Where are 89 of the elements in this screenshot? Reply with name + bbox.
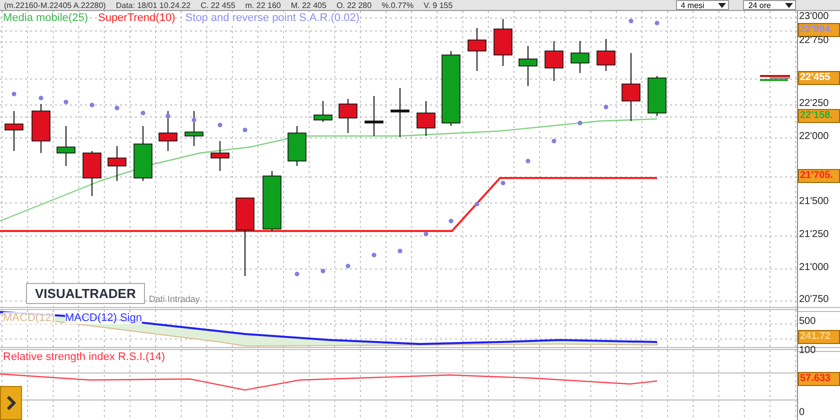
logo: VISUALTRADER	[26, 283, 145, 304]
sar-dot	[448, 218, 454, 224]
chevron-right-icon	[6, 396, 16, 410]
axis-tick-label: 23'000	[799, 11, 829, 23]
data-source-label: Dati Intraday	[148, 294, 200, 304]
candlestick	[416, 100, 436, 136]
sar-dot	[12, 92, 16, 96]
sar-dot	[474, 202, 480, 206]
indicator-label: MACD(12)	[3, 312, 55, 324]
price-badge: 22'455	[798, 71, 840, 85]
price-badge: 21'705.	[798, 169, 840, 183]
candlestick	[288, 126, 306, 166]
quote-text: M. 22 405	[290, 0, 326, 10]
quote-text: m. 22 160	[245, 0, 281, 10]
indicator-label: Stop and reverse point S.A.R.(0.02)	[185, 12, 360, 24]
candlestick	[364, 96, 384, 136]
candlestick	[210, 140, 230, 172]
axis-tick-label: 22'250	[799, 98, 829, 110]
indicator-label: Relative strength index R.S.I.(14)	[3, 351, 166, 363]
candlestick	[32, 104, 50, 154]
price-badge: 241.72	[798, 330, 840, 344]
quote-text: (m.22160-M.22405 A.22280)	[4, 0, 106, 10]
sar-dot	[372, 252, 376, 258]
sar-dot	[64, 100, 68, 104]
expand-button[interactable]	[0, 386, 22, 420]
quote-text: %.0.77%	[382, 0, 414, 10]
sar-dot	[166, 114, 170, 118]
candlestick	[648, 76, 666, 116]
axis-tick-label: 0	[799, 407, 805, 419]
axis-tick-label: 21'500	[799, 196, 829, 208]
axis-tick-label: 22'750	[799, 35, 829, 47]
candlestick	[56, 126, 76, 166]
candlestick	[570, 40, 590, 74]
price-badge: 22'158.	[798, 109, 840, 123]
indicator-label: SuperTrend(10)	[98, 12, 176, 24]
sar-dot	[398, 248, 402, 254]
sar-dot	[526, 158, 530, 164]
sar-dot	[578, 120, 582, 126]
candlestick	[468, 28, 486, 72]
sar-dot	[604, 104, 608, 110]
candlestick	[4, 110, 24, 152]
axis-tick-label: 500	[799, 316, 816, 328]
sar-dot	[500, 180, 506, 186]
sar-dot	[424, 232, 428, 236]
candlestick	[158, 110, 178, 152]
candlestick	[338, 98, 358, 134]
quote-text: O. 22 280	[336, 0, 372, 10]
period-dropdown[interactable]: 24 ore	[743, 0, 796, 10]
axis-tick-label: 20'750	[799, 294, 829, 306]
sar-dot	[38, 96, 44, 100]
candlestick	[596, 38, 616, 72]
candlestick	[184, 110, 204, 146]
candlestick	[622, 52, 640, 122]
candlestick	[390, 88, 410, 138]
sar-dot	[346, 264, 350, 268]
period-dropdown[interactable]: 4 mesi	[676, 0, 730, 10]
sar-dot	[320, 268, 326, 274]
candlestick	[544, 40, 564, 82]
candlestick	[134, 126, 152, 182]
caret-icon	[718, 2, 726, 8]
axis-tick-label: 21'250	[799, 229, 829, 241]
sar-dot	[628, 18, 634, 24]
quote-text: C. 22 455	[200, 0, 236, 10]
sar-dot	[140, 110, 146, 116]
price-badge: 57.633	[798, 372, 840, 386]
caret-icon	[785, 2, 793, 8]
sar-dot	[218, 122, 222, 128]
quote-text: V. 9 155	[424, 0, 453, 10]
sar-dot	[242, 128, 248, 132]
candlestick	[82, 150, 102, 196]
sar-dot	[192, 118, 196, 122]
axis-tick-label: 100	[799, 345, 816, 357]
indicator-label: MACD(12) Sign	[64, 312, 142, 324]
sar-dot	[552, 138, 556, 144]
candlestick	[108, 146, 126, 182]
sar-dot	[114, 106, 120, 110]
candlestick	[494, 18, 512, 66]
indicator-label: Media mobile(25)	[3, 12, 88, 24]
candlestick	[262, 170, 282, 232]
quote-text: Data: 18/01 10.24.22	[116, 0, 191, 10]
price-marker-drawing	[760, 75, 790, 81]
candlestick	[518, 46, 538, 86]
axis-tick-label: 21'000	[799, 262, 829, 274]
sar-dot	[90, 102, 94, 108]
sar-dot	[294, 272, 300, 276]
axis-tick-label: 22'000	[799, 131, 829, 143]
sar-dot	[654, 20, 660, 26]
candlestick	[314, 100, 332, 122]
price-badge: 22'894.	[798, 23, 840, 37]
